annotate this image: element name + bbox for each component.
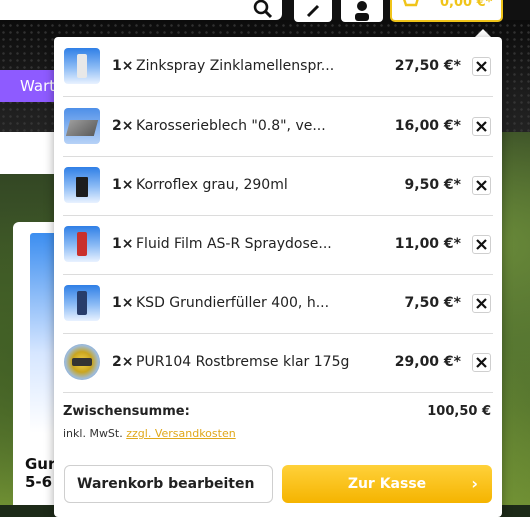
remove-item-button[interactable] [472, 353, 491, 372]
product-thumbnail[interactable] [64, 344, 100, 380]
remove-item-button[interactable] [472, 176, 491, 195]
product-thumbnail[interactable] [64, 48, 100, 84]
item-quantity: 1× [112, 177, 134, 193]
search-icon[interactable] [252, 0, 274, 20]
cart-item: 1× Fluid Film AS-R Spraydose... 11,00 €* [63, 215, 493, 275]
product-title[interactable]: Gur 5-6 [25, 455, 55, 491]
cart-button[interactable]: 0,00 €* [390, 0, 503, 22]
item-price: 27,50 €* [394, 58, 461, 74]
vat-note: inkl. MwSt. zzgl. Versandkosten [63, 427, 236, 440]
close-icon [476, 239, 487, 250]
nav-tab[interactable]: Wart [0, 70, 60, 102]
remove-item-button[interactable] [472, 117, 491, 136]
item-name[interactable]: KSD Grundierfüller 400, h... [136, 295, 329, 311]
product-thumbnail[interactable] [64, 285, 100, 321]
item-price: 29,00 €* [394, 354, 461, 370]
cart-item: 1× Korroflex grau, 290ml 9,50 €* [63, 156, 493, 216]
product-thumbnail[interactable] [64, 108, 100, 144]
item-price: 9,50 €* [404, 177, 461, 193]
product-thumbnail[interactable] [64, 226, 100, 262]
shipping-costs-link[interactable]: zzgl. Versandkosten [126, 427, 235, 440]
cart-item: 1× KSD Grundierfüller 400, h... 7,50 €* [63, 274, 493, 334]
item-price: 11,00 €* [394, 236, 461, 252]
checkout-label: Zur Kasse [347, 476, 427, 492]
remove-item-button[interactable] [472, 235, 491, 254]
item-quantity: 1× [112, 295, 134, 311]
chevron-right-icon: › [471, 474, 478, 493]
subtotal-label: Zwischensumme: [63, 404, 190, 419]
cart-item: 1× Zinkspray Zinklamellenspr... 27,50 €* [63, 37, 493, 97]
pencil-icon [306, 4, 320, 18]
close-icon [476, 121, 487, 132]
item-price: 16,00 €* [394, 118, 461, 134]
subtotal-value: 100,50 € [427, 404, 491, 419]
item-quantity: 1× [112, 236, 134, 252]
user-icon [355, 1, 369, 21]
edit-cart-button[interactable]: Warenkorb bearbeiten [64, 465, 273, 503]
item-name[interactable]: Karosserieblech "0.8", ve... [136, 118, 326, 134]
product-thumbnail[interactable] [64, 167, 100, 203]
cart-dropdown: 1× Zinkspray Zinklamellenspr... 27,50 €*… [54, 37, 502, 517]
item-quantity: 2× [112, 354, 134, 370]
remove-item-button[interactable] [472, 294, 491, 313]
item-name[interactable]: Zinkspray Zinklamellenspr... [136, 58, 334, 74]
checkout-button[interactable]: Zur Kasse › [282, 465, 492, 503]
cart-item: 2× Karosserieblech "0.8", ve... 16,00 €* [63, 97, 493, 157]
item-price: 7,50 €* [404, 295, 461, 311]
item-name[interactable]: Korroflex grau, 290ml [136, 177, 288, 193]
remove-item-button[interactable] [472, 57, 491, 76]
search-input[interactable] [0, 0, 282, 20]
item-quantity: 2× [112, 118, 134, 134]
vat-text: inkl. MwSt. [63, 427, 123, 440]
edit-pencil-button[interactable] [294, 0, 332, 22]
item-name[interactable]: PUR104 Rostbremse klar 175g [136, 354, 349, 370]
content-strip [0, 132, 60, 174]
cart-total: 0,00 €* [440, 0, 493, 10]
item-quantity: 1× [112, 58, 134, 74]
close-icon [476, 180, 487, 191]
close-icon [476, 298, 487, 309]
cart-icon [403, 0, 419, 7]
account-button[interactable] [341, 0, 383, 22]
close-icon [476, 61, 487, 72]
close-icon [476, 357, 487, 368]
cart-item: 2× PUR104 Rostbremse klar 175g 29,00 €* [63, 333, 493, 393]
item-name[interactable]: Fluid Film AS-R Spraydose... [136, 236, 332, 252]
